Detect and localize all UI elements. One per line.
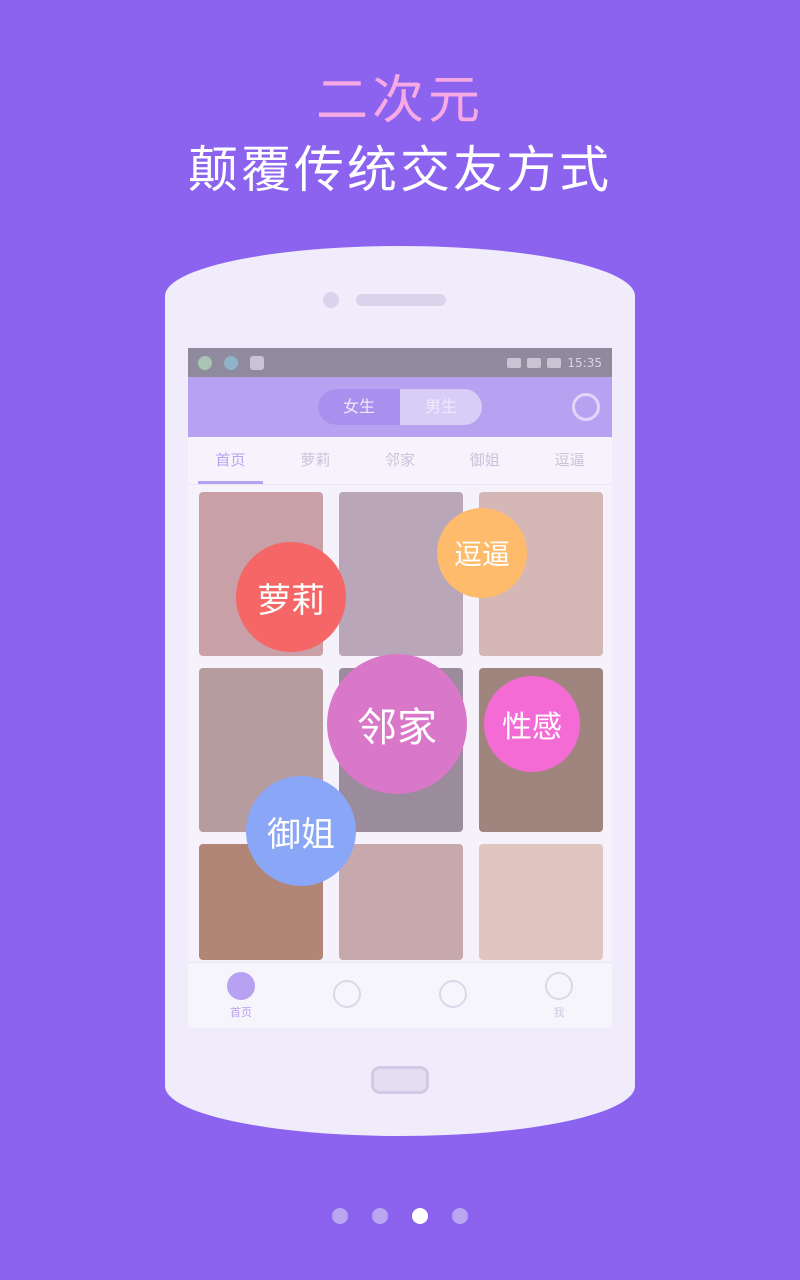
bottom-nav: 首页 我 bbox=[188, 962, 612, 1028]
page-indicator bbox=[0, 1208, 800, 1224]
wifi-icon bbox=[507, 357, 522, 368]
nav-discover[interactable] bbox=[294, 963, 400, 1028]
headline-line-1: 二次元 bbox=[315, 71, 484, 131]
crown-icon bbox=[333, 979, 361, 1008]
category-tabs: 首页 萝莉 邻家 御姐 逗逼 bbox=[188, 437, 612, 485]
bubble-yujie[interactable]: 御姐 bbox=[246, 776, 356, 886]
person-icon bbox=[545, 971, 573, 1000]
tab-doubi[interactable]: 逗逼 bbox=[527, 437, 612, 484]
battery-icon bbox=[547, 357, 562, 368]
signal-icon bbox=[527, 357, 542, 368]
nav-favorites[interactable] bbox=[400, 963, 506, 1028]
shield-status-icon bbox=[250, 355, 264, 370]
gender-option-male[interactable]: 男生 bbox=[400, 389, 482, 425]
profile-card[interactable] bbox=[339, 844, 463, 960]
page-dot-current[interactable] bbox=[412, 1208, 428, 1224]
headline-line-2: 颠覆传统交友方式 bbox=[188, 141, 612, 199]
bubble-linjia[interactable]: 邻家 bbox=[327, 654, 467, 794]
bubble-xinggan[interactable]: 性感 bbox=[484, 676, 580, 772]
app-status-icon bbox=[224, 355, 238, 370]
search-icon[interactable] bbox=[572, 393, 600, 421]
bubble-luoli[interactable]: 萝莉 bbox=[236, 542, 346, 652]
app-bar: 女生 男生 bbox=[188, 377, 612, 437]
phone-status-icon bbox=[198, 355, 212, 370]
home-icon bbox=[227, 971, 255, 1000]
tab-yujie[interactable]: 御姐 bbox=[442, 437, 527, 484]
nav-home[interactable]: 首页 bbox=[188, 963, 294, 1028]
bubble-doubi[interactable]: 逗逼 bbox=[437, 508, 527, 598]
star-icon bbox=[439, 979, 467, 1008]
phone-home-button bbox=[371, 1066, 429, 1094]
tab-linjia[interactable]: 邻家 bbox=[358, 437, 443, 484]
status-bar: 15:35 bbox=[188, 348, 612, 377]
gender-option-female[interactable]: 女生 bbox=[318, 389, 400, 425]
tab-luoli[interactable]: 萝莉 bbox=[273, 437, 358, 484]
page-dot[interactable] bbox=[452, 1208, 468, 1224]
page-dot[interactable] bbox=[332, 1208, 348, 1224]
page-dot[interactable] bbox=[372, 1208, 388, 1224]
gender-toggle[interactable]: 女生 男生 bbox=[318, 389, 482, 425]
nav-me[interactable]: 我 bbox=[506, 963, 612, 1028]
phone-camera bbox=[323, 292, 339, 308]
tab-home[interactable]: 首页 bbox=[188, 437, 273, 484]
phone-speaker bbox=[356, 294, 446, 306]
profile-card[interactable] bbox=[479, 844, 603, 960]
status-time: 15:35 bbox=[567, 355, 602, 370]
